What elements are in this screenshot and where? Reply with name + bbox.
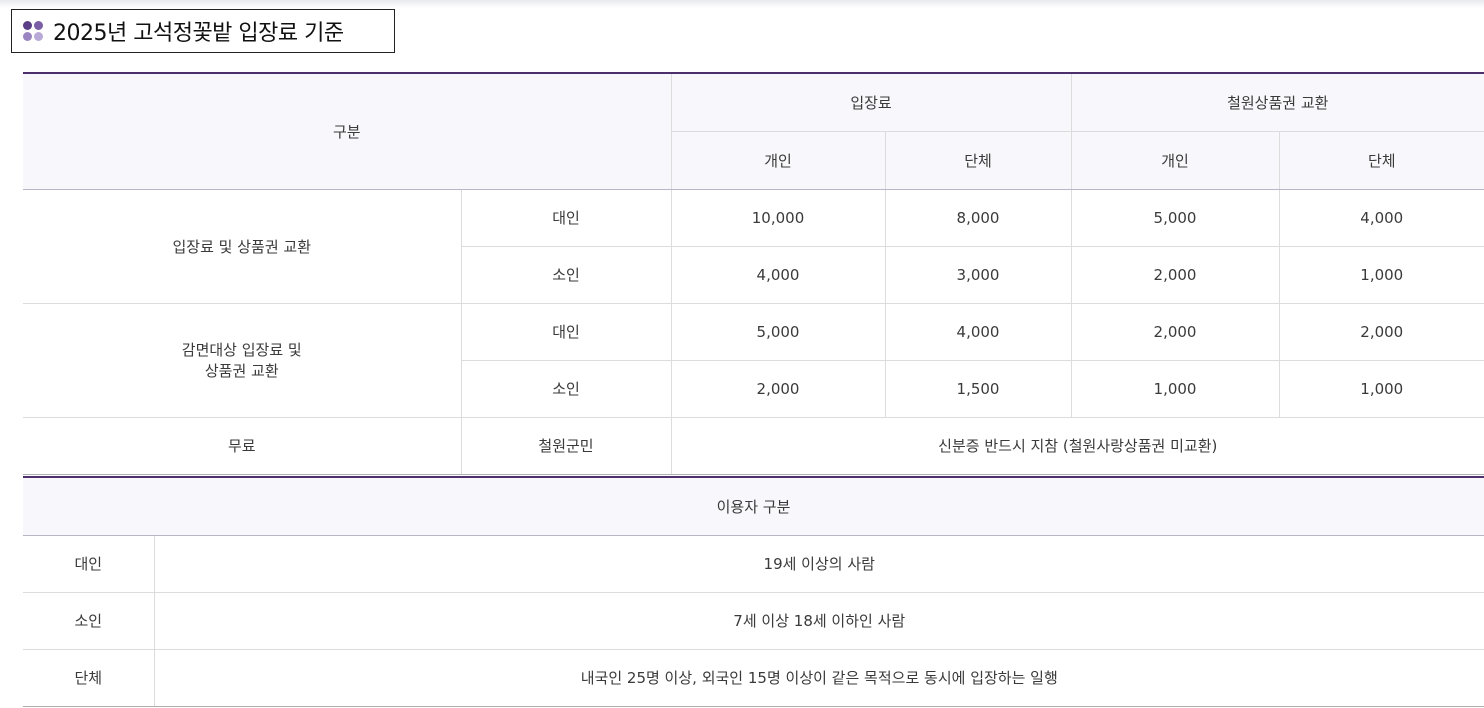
user-header-row: 이용자 구분 bbox=[23, 477, 1484, 536]
user-category-table: 이용자 구분 대인 19세 이상의 사람 소인 7세 이상 18세 이하인 사람… bbox=[23, 476, 1484, 707]
header-voucher-individual: 개인 bbox=[1070, 131, 1280, 190]
voucher-group-cell: 1,000 bbox=[1278, 246, 1484, 304]
table-row: 감면대상 입장료 및 상품권 교환 대인 5,000 4,000 2,000 2… bbox=[23, 303, 1484, 418]
admission-group-cell: 1,500 bbox=[884, 360, 1072, 418]
section-label-line-2: 상품권 교환 bbox=[204, 362, 279, 380]
header-voucher: 철원상품권 교환 bbox=[1070, 73, 1484, 132]
voucher-individual-cell: 1,000 bbox=[1070, 360, 1280, 418]
section-label: 입장료 및 상품권 교환 bbox=[23, 189, 461, 304]
section-label: 감면대상 입장료 및 상품권 교환 bbox=[23, 303, 461, 418]
user-description-cell: 7세 이상 18세 이하인 사람 bbox=[154, 592, 1484, 650]
user-description-cell: 내국인 25명 이상, 외국인 15명 이상이 같은 목적으로 동시에 입장하는… bbox=[154, 649, 1484, 707]
page-title: 2025년 고석정꽃밭 입장료 기준 bbox=[53, 21, 344, 46]
admission-individual-cell: 2,000 bbox=[670, 360, 886, 418]
table-row: 입장료 및 상품권 교환 대인 10,000 8,000 5,000 4,000 bbox=[23, 189, 1484, 304]
admission-individual-cell: 10,000 bbox=[670, 189, 886, 247]
free-type: 철원군민 bbox=[460, 417, 672, 475]
user-type-cell: 대인 bbox=[23, 535, 155, 593]
user-table-header: 이용자 구분 bbox=[23, 477, 1484, 536]
admission-individual-cell: 4,000 bbox=[670, 246, 886, 304]
table-row: 소인 7세 이상 18세 이하인 사람 bbox=[23, 592, 1484, 650]
table-row: 대인 19세 이상의 사람 bbox=[23, 535, 1484, 593]
admission-group-cell: 8,000 bbox=[884, 189, 1072, 247]
header-voucher-group: 단체 bbox=[1278, 131, 1484, 190]
top-shadow bbox=[0, 0, 1484, 8]
section-title-box: 2025년 고석정꽃밭 입장료 기준 bbox=[11, 9, 395, 53]
free-label: 무료 bbox=[23, 417, 461, 475]
header-category: 구분 bbox=[23, 73, 672, 190]
admission-group-cell: 3,000 bbox=[884, 246, 1072, 304]
user-type-cell: 단체 bbox=[23, 649, 155, 707]
voucher-individual-cell: 2,000 bbox=[1070, 246, 1280, 304]
voucher-individual-cell: 5,000 bbox=[1070, 189, 1280, 247]
user-type-cell: 소인 bbox=[23, 592, 155, 650]
table-row: 단체 내국인 25명 이상, 외국인 15명 이상이 같은 목적으로 동시에 입… bbox=[23, 649, 1484, 707]
fee-header-row-1: 구분 입장료 철원상품권 교환 bbox=[23, 73, 1484, 190]
type-cell: 대인 bbox=[460, 303, 672, 361]
type-cell: 소인 bbox=[460, 246, 672, 304]
free-note: 신분증 반드시 지참 (철원사랑상품권 미교환) bbox=[670, 417, 1484, 475]
section-label-line-1: 감면대상 입장료 및 bbox=[181, 341, 302, 359]
fee-table: 구분 입장료 철원상품권 교환 개인 단체 개인 단체 입장료 및 상품권 교환… bbox=[23, 72, 1484, 475]
voucher-group-cell: 4,000 bbox=[1278, 189, 1484, 247]
type-cell: 대인 bbox=[460, 189, 672, 247]
table-row: 무료 철원군민 신분증 반드시 지참 (철원사랑상품권 미교환) bbox=[23, 417, 1484, 475]
admission-individual-cell: 5,000 bbox=[670, 303, 886, 361]
voucher-group-cell: 1,000 bbox=[1278, 360, 1484, 418]
voucher-group-cell: 2,000 bbox=[1278, 303, 1484, 361]
user-description-cell: 19세 이상의 사람 bbox=[154, 535, 1484, 593]
header-admission-individual: 개인 bbox=[670, 131, 886, 190]
header-admission-group: 단체 bbox=[884, 131, 1072, 190]
four-dots-icon bbox=[23, 21, 43, 41]
header-admission: 입장료 bbox=[670, 73, 1072, 132]
admission-group-cell: 4,000 bbox=[884, 303, 1072, 361]
page: 2025년 고석정꽃밭 입장료 기준 구분 입장료 철원상품권 교환 개인 단체… bbox=[0, 0, 1484, 708]
voucher-individual-cell: 2,000 bbox=[1070, 303, 1280, 361]
type-cell: 소인 bbox=[460, 360, 672, 418]
